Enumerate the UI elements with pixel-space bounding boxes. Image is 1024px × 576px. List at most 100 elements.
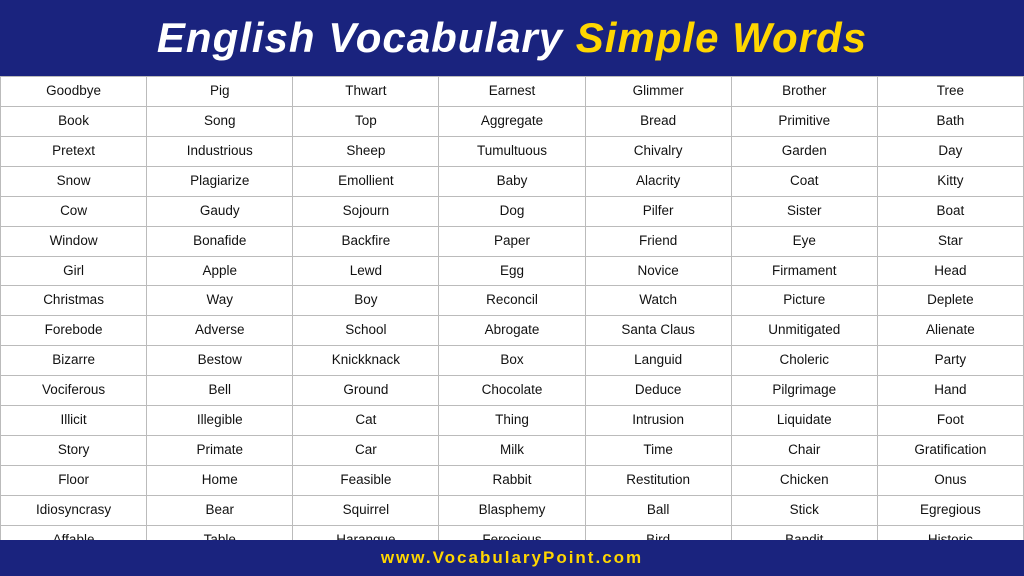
table-cell: Onus [877,465,1023,495]
table-cell: Paper [439,226,585,256]
table-cell: Industrious [147,136,293,166]
table-cell: Apple [147,256,293,286]
table-cell: Coat [731,166,877,196]
table-cell: Abrogate [439,316,585,346]
table-cell: Ferocious [439,525,585,540]
word-table: GoodbyePigThwartEarnestGlimmerBrotherTre… [0,76,1024,540]
table-cell: Chicken [731,465,877,495]
table-cell: Deduce [585,376,731,406]
table-cell: Milk [439,436,585,466]
table-cell: Squirrel [293,495,439,525]
table-cell: Bear [147,495,293,525]
table-cell: Affable [1,525,147,540]
table-cell: Pilgrimage [731,376,877,406]
table-cell: Choleric [731,346,877,376]
table-cell: Pig [147,77,293,107]
table-cell: Bestow [147,346,293,376]
table-cell: Baby [439,166,585,196]
table-cell: Pilfer [585,196,731,226]
title-part1: English Vocabulary [157,14,563,61]
table-cell: Boy [293,286,439,316]
table-cell: Feasible [293,465,439,495]
table-cell: Deplete [877,286,1023,316]
table-cell: Liquidate [731,406,877,436]
table-cell: Garden [731,136,877,166]
table-cell: Reconcil [439,286,585,316]
table-cell: Gratification [877,436,1023,466]
table-cell: Hand [877,376,1023,406]
table-cell: Lewd [293,256,439,286]
table-cell: Chivalry [585,136,731,166]
table-cell: Adverse [147,316,293,346]
table-cell: Head [877,256,1023,286]
table-cell: Picture [731,286,877,316]
table-cell: Stick [731,495,877,525]
table-cell: Egg [439,256,585,286]
title-part2: Simple Words [576,14,867,61]
table-cell: Table [147,525,293,540]
table-cell: Bonafide [147,226,293,256]
table-cell: Watch [585,286,731,316]
table-cell: Window [1,226,147,256]
table-cell: Top [293,106,439,136]
table-cell: Forebode [1,316,147,346]
table-cell: Alacrity [585,166,731,196]
table-cell: Sheep [293,136,439,166]
table-cell: Harangue [293,525,439,540]
title: English Vocabulary Simple Words [20,14,1004,62]
table-cell: Ground [293,376,439,406]
table-cell: Egregious [877,495,1023,525]
table-cell: Historic [877,525,1023,540]
table-cell: Unmitigated [731,316,877,346]
table-cell: Bird [585,525,731,540]
table-cell: Restitution [585,465,731,495]
table-cell: Snow [1,166,147,196]
table-cell: Way [147,286,293,316]
table-cell: Time [585,436,731,466]
table-cell: Bandit [731,525,877,540]
table-cell: Earnest [439,77,585,107]
table-cell: Floor [1,465,147,495]
table-cell: Cow [1,196,147,226]
table-cell: Star [877,226,1023,256]
table-cell: Sojourn [293,196,439,226]
table-cell: Car [293,436,439,466]
table-cell: Emollient [293,166,439,196]
table-cell: Idiosyncrasy [1,495,147,525]
footer: www.VocabularyPoint.com [0,540,1024,576]
table-cell: Primitive [731,106,877,136]
table-cell: Chair [731,436,877,466]
table-cell: Novice [585,256,731,286]
table-cell: Girl [1,256,147,286]
table-cell: Foot [877,406,1023,436]
table-cell: Blasphemy [439,495,585,525]
table-cell: Alienate [877,316,1023,346]
word-table-container: GoodbyePigThwartEarnestGlimmerBrotherTre… [0,76,1024,540]
header: English Vocabulary Simple Words [0,0,1024,76]
table-cell: Story [1,436,147,466]
table-cell: Languid [585,346,731,376]
table-cell: Bell [147,376,293,406]
table-cell: Knickknack [293,346,439,376]
table-cell: Chocolate [439,376,585,406]
table-cell: Bread [585,106,731,136]
table-cell: Home [147,465,293,495]
table-cell: Bath [877,106,1023,136]
table-cell: Plagiarize [147,166,293,196]
table-cell: Boat [877,196,1023,226]
table-cell: Eye [731,226,877,256]
table-cell: Christmas [1,286,147,316]
table-cell: Intrusion [585,406,731,436]
table-cell: Goodbye [1,77,147,107]
table-cell: Friend [585,226,731,256]
table-cell: Pretext [1,136,147,166]
table-cell: Dog [439,196,585,226]
footer-url: www.VocabularyPoint.com [381,548,643,567]
table-cell: Illicit [1,406,147,436]
table-cell: Party [877,346,1023,376]
table-cell: Primate [147,436,293,466]
table-cell: Rabbit [439,465,585,495]
table-cell: Cat [293,406,439,436]
table-cell: Aggregate [439,106,585,136]
table-cell: Day [877,136,1023,166]
